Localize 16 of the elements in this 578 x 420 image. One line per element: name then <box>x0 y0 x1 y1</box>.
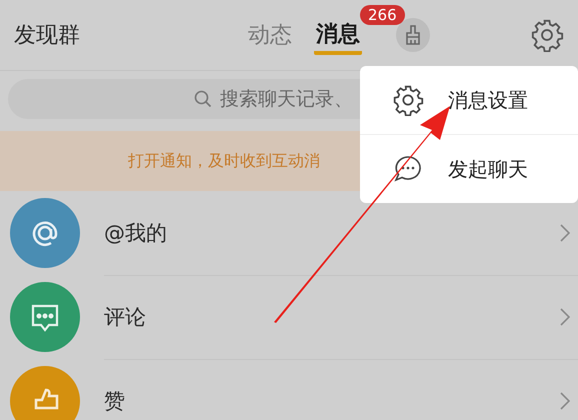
chevron-right-icon[interactable] <box>560 392 570 410</box>
thumbs-up-icon <box>10 366 80 420</box>
list-item-label[interactable]: @我的 <box>104 218 167 246</box>
brush-icon[interactable] <box>396 18 430 52</box>
page-title[interactable]: 发现群 <box>14 20 80 50</box>
speech-bubble-icon <box>10 282 80 352</box>
list-item-label[interactable]: 赞 <box>104 386 125 414</box>
settings-icon <box>392 84 424 116</box>
chevron-right-icon[interactable] <box>560 308 570 326</box>
search-icon <box>194 90 212 108</box>
chevron-right-icon[interactable] <box>560 224 570 242</box>
settings-icon[interactable] <box>530 18 564 52</box>
at-sign-icon <box>10 198 80 268</box>
list-item-label[interactable]: 评论 <box>104 302 146 330</box>
notification-text: 打开通知，及时收到互动消 <box>128 150 320 172</box>
unread-count-badge: 266 <box>360 5 405 25</box>
